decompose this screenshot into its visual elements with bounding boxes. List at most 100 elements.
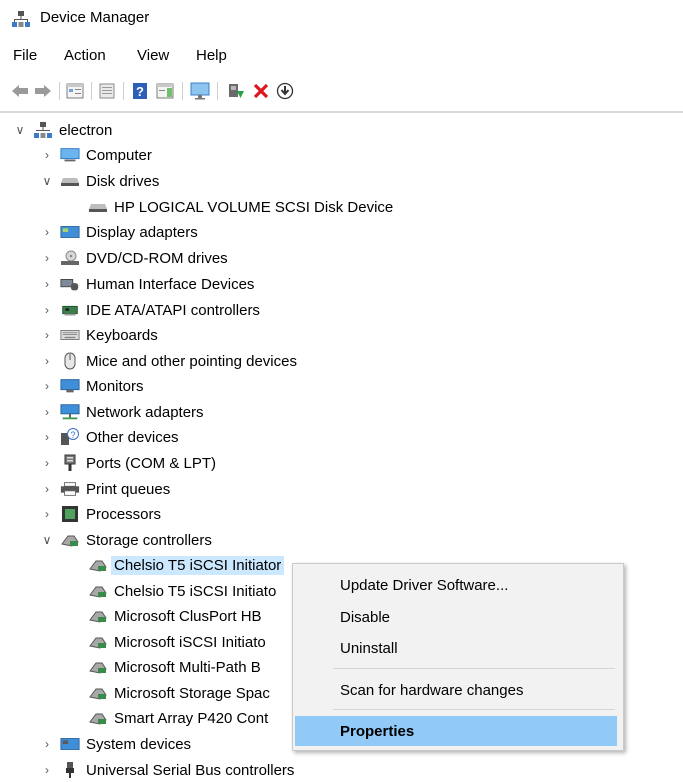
disk-drive-icon (88, 199, 108, 215)
computer-icon (60, 147, 80, 163)
chevron-right-icon[interactable]: › (40, 354, 54, 368)
tree-item-microsoft-iscsi[interactable]: Microsoft iSCSI Initiato (68, 630, 266, 654)
chevron-right-icon[interactable]: › (40, 405, 54, 419)
tree-item-computer[interactable]: › Computer (40, 143, 152, 167)
tree-item-network-adapters[interactable]: › Network adapters (40, 400, 204, 424)
menu-action[interactable]: Action (64, 47, 106, 64)
update-driver-icon[interactable] (226, 81, 246, 101)
context-menu: Update Driver Software... Disable Uninst… (292, 563, 624, 751)
download-icon[interactable] (275, 81, 295, 101)
menu-item-disable[interactable]: Disable (293, 602, 623, 632)
menu-separator (333, 668, 615, 669)
tree-item-processors[interactable]: › Processors (40, 502, 161, 526)
storage-controller-icon (60, 532, 80, 548)
disk-drive-icon (60, 173, 80, 189)
chevron-right-icon[interactable]: › (40, 482, 54, 496)
chevron-right-icon[interactable]: › (40, 148, 54, 162)
port-icon (60, 454, 80, 471)
menu-file[interactable]: File (13, 47, 37, 64)
system-devices-icon (60, 736, 80, 752)
tree-root[interactable]: ∨ electron (13, 118, 113, 142)
tree-item-system-devices[interactable]: › System devices (40, 732, 191, 756)
show-hidden-icon[interactable] (97, 81, 117, 101)
chevron-down-icon[interactable]: ∨ (13, 123, 27, 137)
storage-controller-icon (88, 659, 108, 675)
svg-text:?: ? (136, 84, 144, 99)
hid-icon (60, 276, 80, 292)
uninstall-icon[interactable] (251, 81, 271, 101)
display-adapter-icon (60, 224, 80, 240)
chevron-right-icon[interactable]: › (40, 456, 54, 470)
storage-controller-icon (88, 634, 108, 650)
chevron-right-icon[interactable]: › (40, 430, 54, 444)
ide-controller-icon (60, 302, 80, 318)
tree-item-dvd-drives[interactable]: › DVD/CD-ROM drives (40, 246, 228, 270)
tree-item-human-interface-devices[interactable]: › Human Interface Devices (40, 272, 254, 296)
tree-item-usb-controllers[interactable]: › Universal Serial Bus controllers (40, 758, 294, 782)
monitor-icon[interactable] (190, 81, 210, 101)
tree-item-chelsio-t5-2[interactable]: Chelsio T5 iSCSI Initiato (68, 579, 276, 603)
storage-controller-icon (88, 557, 108, 573)
storage-controller-icon (88, 608, 108, 624)
tree-item-display-adapters[interactable]: › Display adapters (40, 220, 198, 244)
storage-controller-icon (88, 710, 108, 726)
chevron-right-icon[interactable]: › (40, 737, 54, 751)
menu-view[interactable]: View (137, 47, 169, 64)
processor-icon (60, 506, 80, 522)
menu-bar: File Action View Help (0, 44, 683, 70)
tree-item-hp-logical-volume[interactable]: HP LOGICAL VOLUME SCSI Disk Device (68, 195, 393, 219)
title-bar: Device Manager (0, 0, 683, 38)
toolbar: ? (0, 76, 683, 106)
tree-item-ide-controllers[interactable]: › IDE ATA/ATAPI controllers (40, 298, 260, 322)
usb-icon (60, 762, 80, 778)
chevron-right-icon[interactable]: › (40, 379, 54, 393)
tree-item-microsoft-clusport[interactable]: Microsoft ClusPort HB (68, 604, 262, 628)
mouse-icon (60, 352, 80, 370)
menu-help[interactable]: Help (196, 47, 227, 64)
tree-item-microsoft-multipath[interactable]: Microsoft Multi-Path B (68, 655, 261, 679)
tree-item-microsoft-storage-spaces[interactable]: Microsoft Storage Spac (68, 681, 270, 705)
tree-item-storage-controllers[interactable]: ∨ Storage controllers (40, 528, 212, 552)
properties-view-icon[interactable] (65, 81, 85, 101)
chevron-right-icon[interactable]: › (40, 507, 54, 521)
root-label: electron (59, 121, 113, 139)
keyboard-icon (60, 327, 80, 343)
monitor-icon (60, 378, 80, 394)
computer-network-icon (33, 122, 53, 138)
tree-item-monitors[interactable]: › Monitors (40, 374, 144, 398)
forward-arrow-icon[interactable] (33, 81, 53, 101)
chevron-right-icon[interactable]: › (40, 225, 54, 239)
dvd-drive-icon (60, 250, 80, 266)
printer-icon (60, 481, 80, 497)
action-pane-icon[interactable] (155, 81, 175, 101)
chevron-right-icon[interactable]: › (40, 251, 54, 265)
unknown-device-icon: ? (60, 428, 80, 445)
chevron-down-icon[interactable]: ∨ (40, 174, 54, 188)
svg-text:?: ? (70, 430, 75, 440)
help-icon[interactable]: ? (130, 81, 150, 101)
tree-item-keyboards[interactable]: › Keyboards (40, 323, 158, 347)
menu-item-update-driver[interactable]: Update Driver Software... (293, 570, 623, 600)
chevron-right-icon[interactable]: › (40, 303, 54, 317)
tree-item-disk-drives[interactable]: ∨ Disk drives (40, 169, 160, 193)
storage-controller-icon (88, 583, 108, 599)
tree-item-mice[interactable]: › Mice and other pointing devices (40, 349, 297, 373)
device-manager-icon (12, 11, 30, 27)
chevron-right-icon[interactable]: › (40, 328, 54, 342)
tree-item-chelsio-t5-1[interactable]: Chelsio T5 iSCSI Initiator (68, 553, 285, 577)
menu-item-properties[interactable]: Properties (295, 716, 617, 746)
tree-item-smart-array[interactable]: Smart Array P420 Cont (68, 706, 268, 730)
menu-item-uninstall[interactable]: Uninstall (293, 633, 623, 663)
chevron-right-icon[interactable]: › (40, 763, 54, 777)
chevron-right-icon[interactable]: › (40, 277, 54, 291)
window-title: Device Manager (40, 9, 150, 26)
menu-item-scan-hardware[interactable]: Scan for hardware changes (293, 675, 623, 705)
menu-separator (333, 709, 615, 710)
tree-item-other-devices[interactable]: › ? Other devices (40, 425, 179, 449)
tree-item-print-queues[interactable]: › Print queues (40, 477, 170, 501)
network-adapter-icon (60, 404, 80, 420)
storage-controller-icon (88, 685, 108, 701)
chevron-down-icon[interactable]: ∨ (40, 533, 54, 547)
back-arrow-icon[interactable] (10, 81, 30, 101)
tree-item-ports[interactable]: › Ports (COM & LPT) (40, 451, 216, 475)
